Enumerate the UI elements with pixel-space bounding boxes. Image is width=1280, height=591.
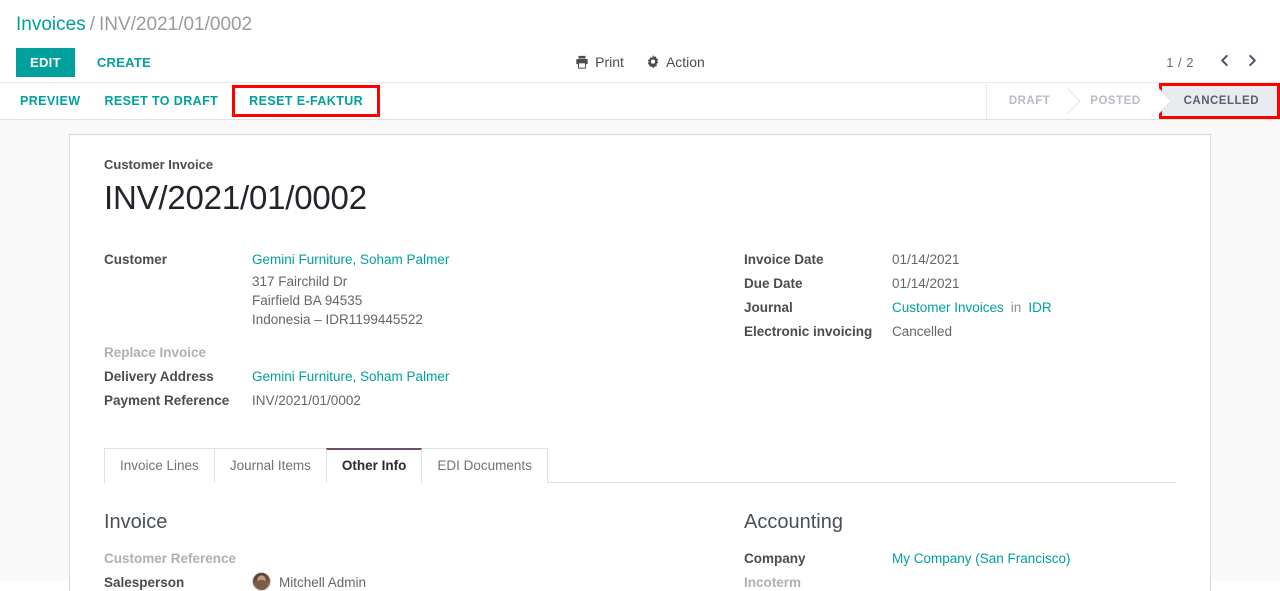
field-customer-reference-label: Customer Reference (104, 551, 237, 566)
statusbar: DRAFT POSTED CANCELLED (985, 83, 1280, 119)
preview-button[interactable]: PREVIEW (8, 86, 92, 116)
gear-icon (646, 55, 660, 69)
group-invoice-title: Invoice (104, 511, 168, 533)
field-invoice-date-value[interactable]: 01/14/2021 (892, 248, 960, 272)
field-customer-label: Customer (104, 252, 168, 267)
statusbar-stage-cancelled[interactable]: CANCELLED (1161, 86, 1277, 116)
field-electronic-invoicing-label: Electronic invoicing (744, 324, 873, 339)
group-invoice: Invoice Customer Reference Salesperson M… (104, 509, 640, 591)
field-incoterm-label: Incoterm (744, 575, 802, 590)
form-view-background: Customer Invoice INV/2021/01/0002 Custom… (0, 120, 1280, 591)
form-columns: Customer Gemini Furniture, Soham Palmer … (104, 248, 1176, 413)
customer-address-line-2: Fairfield BA 94535 (252, 293, 363, 308)
field-customer: Customer Gemini Furniture, Soham Palmer … (104, 248, 640, 329)
form-column-right: Invoice Date 01/14/2021 Due Date 01/14/2… (640, 248, 1176, 413)
chevron-right-icon (1247, 54, 1258, 70)
field-replace-invoice: Replace Invoice (104, 341, 640, 365)
notebook-tabs: Invoice Lines Journal Items Other Info E… (104, 447, 1176, 483)
avatar (252, 572, 271, 591)
reset-to-draft-button[interactable]: RESET TO DRAFT (92, 86, 230, 116)
statusbar-stage-draft[interactable]: DRAFT (986, 83, 1069, 119)
field-customer-reference: Customer Reference (104, 547, 640, 571)
customer-address-line-1: 317 Fairchild Dr (252, 274, 348, 289)
reset-e-faktur-highlight: RESET E-FAKTUR (232, 85, 381, 117)
form-sheet: Customer Invoice INV/2021/01/0002 Custom… (69, 134, 1211, 591)
print-button[interactable]: Print (575, 54, 624, 70)
pager: 1 / 2 (1166, 50, 1264, 74)
status-button-bar: PREVIEW RESET TO DRAFT RESET E-FAKTUR DR… (0, 82, 1280, 120)
field-invoice-date: Invoice Date 01/14/2021 (744, 248, 1176, 272)
print-label: Print (595, 54, 624, 70)
tab-journal-items[interactable]: Journal Items (213, 448, 327, 483)
field-incoterm: Incoterm (744, 571, 1176, 591)
tab-invoice-lines[interactable]: Invoice Lines (104, 448, 215, 483)
statusbar-stage-draft-label: DRAFT (1008, 95, 1051, 107)
field-due-date-label: Due Date (744, 276, 803, 291)
workflow-buttons: PREVIEW RESET TO DRAFT RESET E-FAKTUR (0, 83, 381, 119)
field-journal-value-block: Customer Invoices in IDR (892, 296, 1052, 320)
breadcrumb-current: INV/2021/01/0002 (98, 14, 253, 35)
field-due-date: Due Date 01/14/2021 (744, 272, 1176, 296)
tab-other-info[interactable]: Other Info (325, 448, 423, 483)
field-salesperson-value-block[interactable]: Mitchell Admin (252, 571, 366, 591)
chevron-left-icon (1219, 54, 1230, 70)
statusbar-stage-posted[interactable]: POSTED (1068, 83, 1159, 119)
field-journal: Journal Customer Invoices in IDR (744, 296, 1176, 320)
breadcrumb-root-link[interactable]: Invoices (16, 14, 86, 35)
action-label: Action (665, 54, 705, 70)
breadcrumb: Invoices / INV/2021/01/0002 (16, 14, 252, 36)
field-salesperson-label: Salesperson (104, 575, 185, 590)
field-salesperson-value: Mitchell Admin (279, 575, 367, 590)
field-electronic-invoicing-value: Cancelled (892, 324, 953, 339)
control-panel-top: Invoices / INV/2021/01/0002 (0, 0, 1280, 42)
field-salesperson: Salesperson Mitchell Admin (104, 571, 640, 591)
tab-panel-other-info: Invoice Customer Reference Salesperson M… (104, 483, 1176, 591)
customer-address-line-3: Indonesia – IDR1199445522 (252, 312, 423, 327)
statusbar-stage-cancelled-label: CANCELLED (1183, 95, 1259, 107)
field-delivery-address: Delivery Address Gemini Furniture, Soham… (104, 365, 640, 389)
field-customer-value[interactable]: Gemini Furniture, Soham Palmer (252, 248, 449, 272)
pager-previous-button[interactable] (1212, 50, 1236, 74)
field-journal-currency[interactable]: IDR (1028, 296, 1051, 320)
create-button[interactable]: CREATE (83, 48, 165, 77)
field-delivery-address-label: Delivery Address (104, 369, 214, 384)
field-journal-separator: in (1010, 300, 1022, 315)
field-invoice-date-label: Invoice Date (744, 252, 824, 267)
group-accounting: Accounting Company My Company (San Franc… (640, 509, 1176, 591)
form-subtitle: Customer Invoice (104, 157, 214, 172)
edit-button[interactable]: EDIT (16, 47, 75, 77)
field-payment-reference-value[interactable]: INV/2021/01/0002 (252, 389, 361, 413)
field-company-label: Company (744, 551, 806, 566)
field-journal-value[interactable]: Customer Invoices (892, 296, 1004, 320)
tab-edi-documents[interactable]: EDI Documents (421, 448, 548, 483)
field-replace-invoice-label: Replace Invoice (104, 345, 207, 360)
field-delivery-address-value[interactable]: Gemini Furniture, Soham Palmer (252, 365, 449, 389)
control-panel: Invoices / INV/2021/01/0002 EDIT CREATE Pr… (0, 0, 1280, 120)
pager-value: 1 / 2 (1166, 54, 1194, 70)
breadcrumb-separator: / (89, 14, 95, 35)
field-payment-reference: Payment Reference INV/2021/01/0002 (104, 389, 640, 413)
pager-next-button[interactable] (1240, 50, 1264, 74)
statusbar-stage-posted-label: POSTED (1090, 95, 1141, 107)
field-company-value[interactable]: My Company (San Francisco) (892, 547, 1071, 571)
field-payment-reference-label: Payment Reference (104, 393, 230, 408)
field-customer-value-block: Gemini Furniture, Soham Palmer 317 Fairc… (252, 248, 449, 329)
group-accounting-title: Accounting (744, 511, 843, 533)
control-panel-center-actions: Print Action (0, 54, 1280, 70)
field-journal-label: Journal (744, 300, 793, 315)
statusbar-cancelled-highlight: CANCELLED (1158, 83, 1280, 119)
field-electronic-invoicing: Electronic invoicing Cancelled (744, 320, 1176, 344)
field-due-date-value[interactable]: 01/14/2021 (892, 272, 960, 296)
field-company: Company My Company (San Francisco) (744, 547, 1176, 571)
reset-e-faktur-button[interactable]: RESET E-FAKTUR (235, 88, 377, 114)
form-column-left: Customer Gemini Furniture, Soham Palmer … (104, 248, 640, 413)
control-panel-actions: EDIT CREATE Print Action 1 / 2 (0, 42, 1280, 82)
printer-icon (575, 55, 589, 69)
action-button[interactable]: Action (646, 54, 705, 70)
page-title: INV/2021/01/0002 (104, 179, 367, 216)
